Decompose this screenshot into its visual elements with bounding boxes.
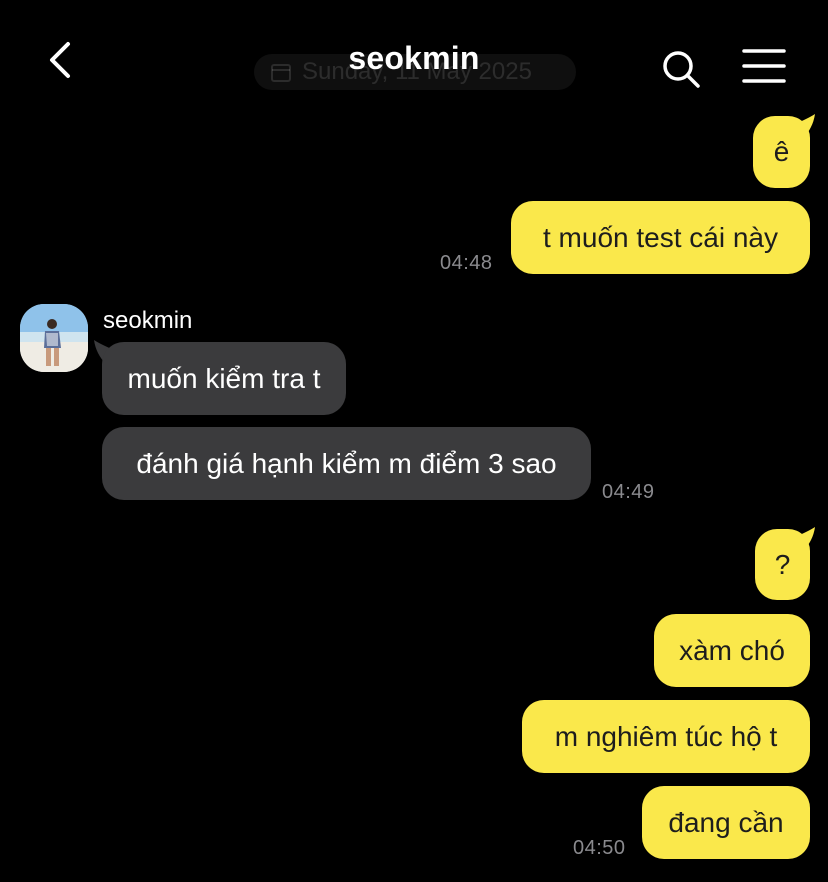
search-button[interactable] (656, 44, 704, 92)
bubble-tail (795, 114, 815, 138)
message-timestamp: 04:48 (440, 252, 493, 274)
incoming-message[interactable]: muốn kiểm tra t (102, 342, 346, 415)
avatar-photo (20, 304, 88, 372)
avatar[interactable] (20, 304, 88, 372)
outgoing-message[interactable]: xàm chó (654, 614, 810, 687)
message-timestamp: 04:49 (602, 481, 655, 503)
search-icon (663, 51, 700, 88)
outgoing-message[interactable]: t muốn test cái này (511, 201, 810, 274)
message-text: muốn kiểm tra t (127, 362, 321, 394)
incoming-message[interactable]: đánh giá hạnh kiểm m điểm 3 sao (102, 427, 591, 500)
hamburger-menu-icon (742, 49, 786, 83)
message-text: đánh giá hạnh kiểm m điểm 3 sao (136, 447, 557, 479)
message-text: ? (774, 548, 791, 580)
menu-button[interactable] (740, 44, 788, 88)
message-text: t muốn test cái này (542, 221, 778, 253)
outgoing-message[interactable]: m nghiêm túc hộ t (522, 700, 810, 773)
message-text: đang cần (668, 806, 784, 838)
message-text: m nghiêm túc hộ t (554, 720, 778, 752)
message-text: ê (773, 136, 790, 168)
message-timestamp: 04:50 (573, 837, 626, 859)
outgoing-message[interactable]: đang cần (642, 786, 810, 859)
bubble-tail (795, 527, 815, 551)
message-text: xàm chó (679, 634, 785, 666)
sender-name: seokmin (103, 307, 193, 334)
